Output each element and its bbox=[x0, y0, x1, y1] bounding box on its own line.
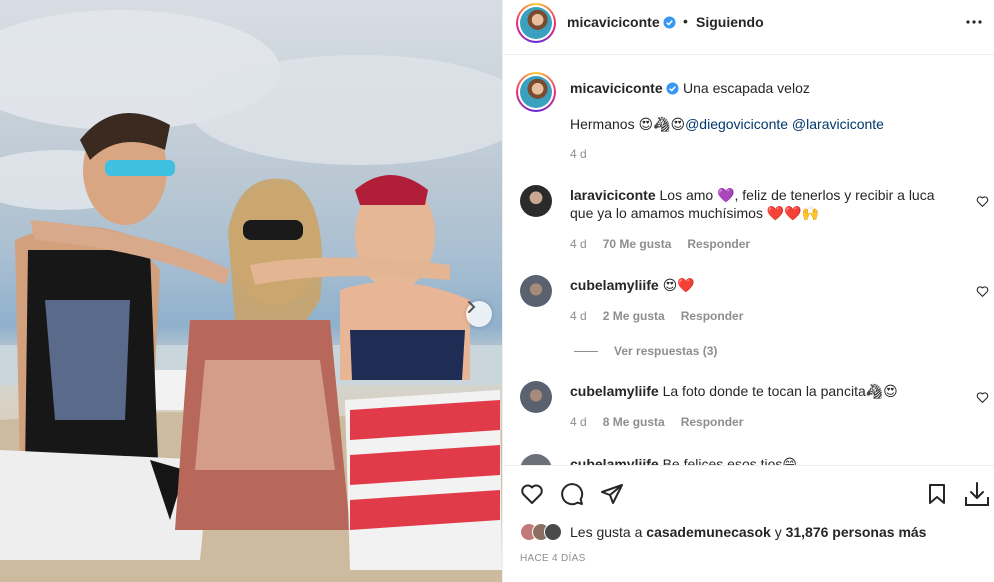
following-button[interactable]: Siguiendo bbox=[696, 14, 764, 30]
liker-username[interactable]: casademunecasok bbox=[646, 524, 771, 540]
caption-text: Una escapada veloz bbox=[683, 80, 810, 96]
more-horizontal-icon[interactable] bbox=[964, 18, 984, 26]
comment-avatar[interactable] bbox=[520, 381, 552, 413]
post-actions: Les gusta a casademunecasok y 31,876 per… bbox=[503, 465, 994, 582]
liker-avatar bbox=[544, 523, 562, 541]
replies-divider bbox=[574, 351, 598, 353]
author-username[interactable]: micaviciconte bbox=[567, 14, 676, 30]
likes-text: Les gusta a casademunecasok y 31,876 per… bbox=[570, 524, 927, 540]
comment-likes[interactable]: 70 Me gusta bbox=[603, 237, 672, 251]
save-bookmark-icon[interactable] bbox=[925, 482, 949, 506]
view-replies-button[interactable]: Ver respuestas (3) bbox=[574, 344, 717, 358]
post-photo[interactable] bbox=[0, 0, 502, 582]
comment-username[interactable]: laraviciconte bbox=[570, 187, 656, 203]
header-separator: • bbox=[683, 13, 688, 29]
verified-badge-icon bbox=[666, 82, 679, 95]
share-paper-plane-icon[interactable] bbox=[600, 482, 624, 506]
comment-likes[interactable]: 8 Me gusta bbox=[603, 415, 665, 429]
reply-button[interactable]: Responder bbox=[687, 237, 750, 251]
comment-username[interactable]: cubelamyliife bbox=[570, 277, 659, 293]
comment-time[interactable]: 4 d bbox=[570, 415, 587, 429]
mention-link[interactable]: @laraviciconte bbox=[792, 116, 884, 132]
comment-username[interactable]: cubelamyliife bbox=[570, 456, 659, 465]
caption-hashtag-text: Hermanos 😍🦓😍 bbox=[570, 116, 686, 132]
comment-meta: 4 d 2 Me gusta Responder bbox=[570, 309, 759, 323]
heart-icon[interactable] bbox=[976, 195, 989, 208]
caption-username[interactable]: micaviciconte bbox=[570, 80, 679, 96]
download-icon[interactable] bbox=[963, 480, 991, 508]
comment-meta: 4 d 70 Me gusta Responder bbox=[570, 237, 766, 251]
heart-icon[interactable] bbox=[976, 391, 989, 404]
photo-illustration bbox=[0, 10, 502, 582]
likes-summary: Les gusta a casademunecasok y 31,876 per… bbox=[520, 522, 926, 542]
post-date[interactable]: HACE 4 DÍAS bbox=[520, 553, 586, 564]
reply-button[interactable]: Responder bbox=[681, 309, 744, 323]
comment-username[interactable]: cubelamyliife bbox=[570, 383, 659, 399]
comment-text: cubelamyliife 😍❤️ bbox=[570, 277, 695, 293]
comment-text: cubelamyliife La foto donde te tocan la … bbox=[570, 383, 898, 399]
comment-likes[interactable]: 2 Me gusta bbox=[603, 309, 665, 323]
mention-link[interactable]: @diegoviciconte bbox=[685, 116, 788, 132]
comment-text: cubelamyliife Be felices esos tios😄 bbox=[570, 455, 950, 465]
comment-text: laraviciconte Los amo 💜, feliz de tenerl… bbox=[570, 187, 935, 221]
comment-avatar[interactable] bbox=[520, 185, 552, 217]
heart-icon[interactable] bbox=[976, 285, 989, 298]
partial-comment: cubelamyliife Be felices esos tios😄 bbox=[503, 454, 994, 465]
comment-avatar[interactable] bbox=[520, 275, 552, 307]
verified-badge-icon bbox=[663, 16, 676, 29]
next-photo-button[interactable] bbox=[466, 301, 492, 327]
caption-timestamp[interactable]: 4 d bbox=[570, 147, 587, 161]
comment-avatar[interactable] bbox=[520, 454, 552, 465]
reply-button[interactable]: Responder bbox=[681, 415, 744, 429]
author-avatar[interactable] bbox=[516, 3, 556, 43]
post-header: micaviciconte • Siguiendo bbox=[503, 0, 994, 55]
comment-meta: 4 d 8 Me gusta Responder bbox=[570, 415, 759, 429]
post-sidebar: micaviciconte • Siguiendo micaviciconte … bbox=[502, 0, 994, 582]
caption-line: Hermanos 😍🦓😍@diegoviciconte @laravicicon… bbox=[570, 116, 884, 133]
chevron-right-icon bbox=[468, 301, 476, 313]
caption-avatar[interactable] bbox=[516, 72, 556, 112]
comment-bubble-icon[interactable] bbox=[560, 482, 584, 506]
comment-time[interactable]: 4 d bbox=[570, 237, 587, 251]
like-heart-icon[interactable] bbox=[520, 482, 544, 506]
likes-count[interactable]: 31,876 personas más bbox=[786, 524, 927, 540]
comment-time[interactable]: 4 d bbox=[570, 309, 587, 323]
